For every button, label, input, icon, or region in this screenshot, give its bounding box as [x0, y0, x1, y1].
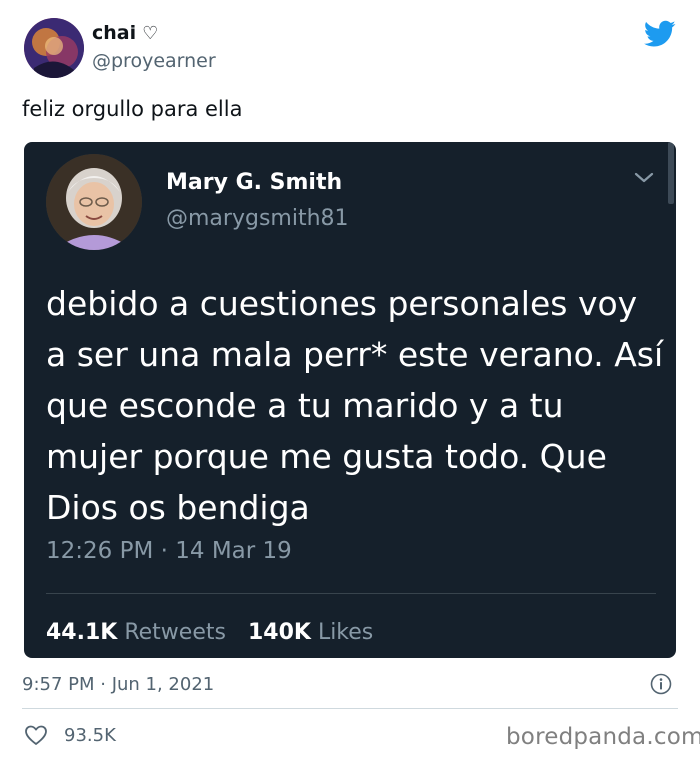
chevron-down-icon	[634, 172, 654, 183]
retweets-label: Retweets	[124, 620, 226, 645]
quoted-timestamp: 12:26 PM · 14 Mar 19	[46, 538, 292, 564]
likes-count: 140K	[247, 620, 311, 645]
footer-divider	[22, 708, 678, 709]
tweet-timestamp[interactable]: 9:57 PM · Jun 1, 2021	[22, 674, 214, 695]
quoted-author-handle: @marygsmith81	[166, 206, 349, 231]
tweet-text: feliz orgullo para ella	[22, 97, 243, 121]
heart-emoji: ♡	[142, 23, 159, 44]
quoted-tweet-image: Mary G. Smith @marygsmith81 debido a cue…	[24, 142, 676, 658]
embed-scrollbar	[668, 142, 674, 204]
twitter-logo-icon[interactable]	[644, 20, 676, 48]
quoted-stats: 44.1K Retweets 140K Likes	[46, 620, 373, 645]
info-icon[interactable]	[650, 673, 672, 695]
quoted-author-avatar	[46, 154, 142, 250]
quoted-divider	[46, 593, 656, 594]
author-name[interactable]: chai ♡	[92, 22, 158, 44]
author-name-text[interactable]: chai	[92, 22, 136, 44]
likes-label: Likes	[317, 620, 374, 645]
like-count[interactable]: 93.5K	[64, 725, 116, 746]
quoted-author-name: Mary G. Smith	[166, 170, 343, 195]
retweets-count: 44.1K	[46, 620, 118, 645]
watermark: boredpanda.com	[506, 724, 700, 750]
author-handle[interactable]: @proyearner	[92, 50, 216, 72]
author-avatar[interactable]	[24, 18, 84, 78]
heart-icon[interactable]	[24, 724, 48, 746]
quoted-tweet-text: debido a cuestiones personales voy a ser…	[46, 284, 664, 527]
